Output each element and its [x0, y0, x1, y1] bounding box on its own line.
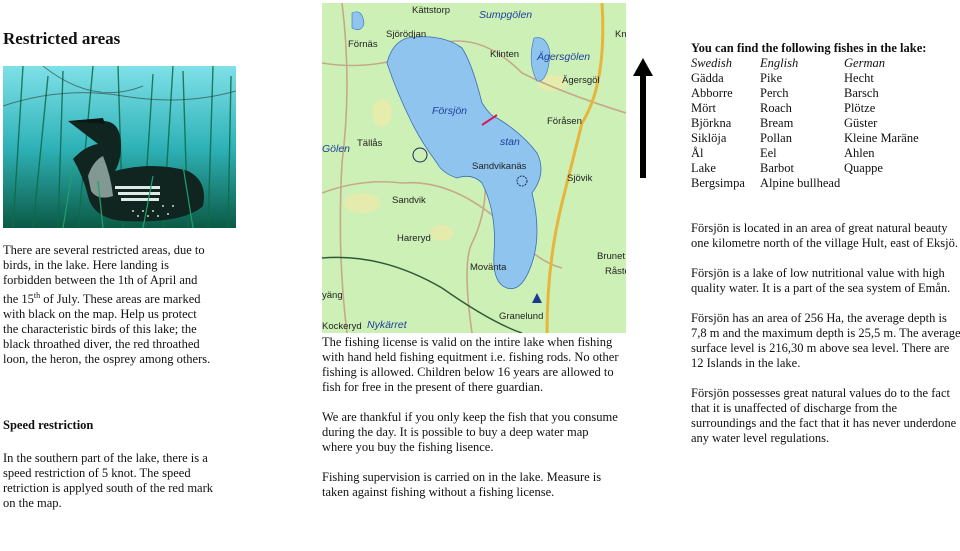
- fish-swedish: Siklöja: [691, 131, 727, 145]
- fish-german: Barsch: [844, 86, 879, 100]
- map-label-tallas: Tällås: [357, 138, 383, 149]
- fish-german: Quappe: [844, 161, 883, 175]
- fish-swedish: Lake: [691, 161, 716, 175]
- fish-english: Eel: [760, 146, 777, 160]
- map-label-agersgol: Ägersgöl: [562, 75, 600, 86]
- natural-values-text: Försjön possesses great natural values d…: [691, 386, 957, 445]
- map-label-vang: yäng: [322, 290, 343, 301]
- fish-list-title: You can find the following fishes in the…: [691, 41, 927, 55]
- fish-german: Güster: [844, 116, 878, 130]
- map-label-forsjon: Försjön: [432, 105, 468, 117]
- fish-row: Björkna Bream Güster: [691, 116, 919, 131]
- loon-photo: [3, 66, 236, 228]
- fish-german: [844, 176, 919, 191]
- map-label-raste: Råste: [605, 266, 626, 277]
- map-label-sandvikanas: Sandvikanäs: [472, 161, 527, 172]
- map-label-brunet: Brunet: [597, 251, 625, 262]
- header-english: English: [760, 56, 799, 70]
- fish-row: Abborre Perch Barsch: [691, 86, 919, 101]
- map-label-golen: Gölen: [322, 143, 351, 155]
- map-label-klinten: Klinten: [490, 49, 520, 60]
- map-label-granelund: Granelund: [499, 311, 544, 322]
- fish-row: Siklöja Pollan Kleine Maräne: [691, 131, 919, 146]
- fish-row: Gädda Pike Hecht: [691, 71, 919, 86]
- fish-german: Hecht: [844, 71, 874, 85]
- fishing-license-text: The fishing license is valid on the inti…: [322, 335, 619, 394]
- fish-english: Perch: [760, 86, 789, 100]
- header-german: German: [844, 56, 885, 70]
- map-label-agersgolen: Ägersgölen: [537, 51, 591, 63]
- fish-german: Plötze: [844, 101, 876, 115]
- fish-row: Ål Eel Ahlen: [691, 146, 919, 161]
- restricted-areas-text: There are several restricted areas, due …: [3, 243, 211, 367]
- lake-info: Försjön is located in an area of great n…: [691, 221, 960, 461]
- fish-english: Pollan: [760, 131, 792, 145]
- fish-english: Alpine bullhead: [760, 176, 841, 190]
- map-label-hareryd: Hareryd: [397, 233, 431, 244]
- fish-swedish: Mört: [691, 101, 716, 115]
- map-label-sjovik: Sjövik: [567, 173, 593, 184]
- speed-restriction-text: In the southern part of the lake, there …: [3, 451, 214, 510]
- map-label-sjorodjan: Sjörödjan: [386, 29, 427, 40]
- fish-german: Ahlen: [844, 146, 875, 160]
- fish-table-header: Swedish English German: [691, 56, 919, 71]
- keep-fish-text: We are thankful if you only keep the fis…: [322, 410, 618, 454]
- north-arrow-icon: [633, 58, 653, 178]
- lake-map: Kättstorp Sumpgölen Sjörödjan Förnäs Kli…: [322, 3, 626, 333]
- fish-swedish: Bergsimpa: [691, 176, 745, 190]
- map-label-stan: stan: [500, 136, 520, 148]
- fish-swedish: Abborre: [691, 86, 733, 100]
- fish-list: You can find the following fishes in the…: [691, 41, 926, 191]
- fish-table: Swedish English German Gädda Pike Hecht Ab…: [691, 56, 919, 191]
- fish-row: Lake Barbot Quappe: [691, 161, 919, 176]
- fishing-info: The fishing license is valid on the inti…: [322, 335, 622, 515]
- water-quality-text: Försjön is a lake of low nutritional val…: [691, 266, 951, 295]
- map-label-sumpgolen: Sumpgölen: [479, 9, 533, 21]
- fish-swedish: Gädda: [691, 71, 724, 85]
- map-label-kockeryd: Kockeryd: [322, 321, 362, 332]
- map-label-fornas: Förnäs: [348, 39, 378, 50]
- fish-english: Pike: [760, 71, 783, 85]
- map-label-kn: Kn: [615, 29, 626, 40]
- speed-restriction-heading: Speed restriction: [3, 418, 94, 432]
- loon-illustration: [3, 66, 236, 228]
- lake-stats-text: Försjön has an area of 256 Ha, the avera…: [691, 311, 960, 370]
- fish-english: Barbot: [760, 161, 795, 175]
- fishing-supervision-text: Fishing supervision is carried on in the…: [322, 470, 602, 499]
- fish-row: Bergsimpa Alpine bullhead: [691, 176, 919, 191]
- map-label-sandvik: Sandvik: [392, 195, 426, 206]
- page-title: Restricted areas: [3, 29, 121, 48]
- fish-english: Roach: [760, 101, 792, 115]
- header-swedish: Swedish: [691, 56, 732, 70]
- fish-swedish: Ål: [691, 146, 704, 160]
- fish-english: Bream: [760, 116, 794, 130]
- fish-german: Kleine Maräne: [844, 131, 919, 145]
- map-label-movanta: Movänta: [470, 262, 507, 273]
- location-text: Försjön is located in an area of great n…: [691, 221, 958, 250]
- fish-row: Mört Roach Plötze: [691, 101, 919, 116]
- map-label-nykarret: Nykärret: [367, 319, 407, 331]
- map-label-kattstorp: Kättstorp: [412, 5, 451, 16]
- map-label-forasen: Föråsen: [547, 116, 582, 127]
- fish-swedish: Björkna: [691, 116, 732, 130]
